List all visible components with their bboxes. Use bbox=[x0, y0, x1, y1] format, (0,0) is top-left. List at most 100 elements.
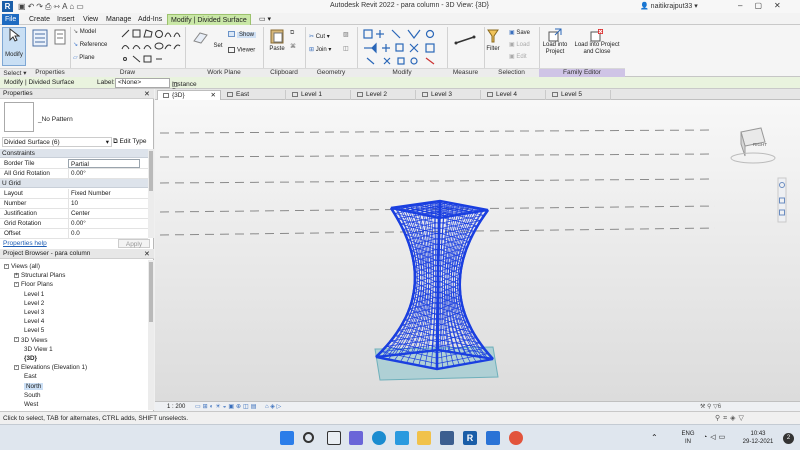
paste-button[interactable]: Paste bbox=[267, 28, 287, 52]
tab-level-5[interactable]: Level 5 bbox=[547, 90, 611, 100]
reference-plane-button[interactable]: ▱ Plane bbox=[73, 54, 95, 61]
tab-level-4[interactable]: Level 4 bbox=[482, 90, 546, 100]
browser-tree-item[interactable]: 3D View 1 bbox=[24, 346, 53, 353]
clock[interactable]: 10:43 29-12-2021 bbox=[738, 430, 778, 446]
load-selection-button[interactable]: ▣ Load bbox=[509, 41, 530, 48]
group-u-grid[interactable]: U Grid bbox=[0, 179, 148, 188]
properties-scrollbar[interactable] bbox=[148, 149, 154, 238]
close-icon[interactable]: ✕ bbox=[774, 1, 793, 10]
edit-type-button[interactable]: ⧉ Edit Type bbox=[113, 137, 146, 147]
search-icon[interactable] bbox=[303, 432, 314, 443]
geometry-tool-2[interactable]: ◫ bbox=[343, 45, 349, 52]
3d-view-canvas[interactable]: RIGHT bbox=[155, 100, 800, 401]
browser-tree-item[interactable]: + Structural Plans bbox=[14, 272, 65, 279]
number-field[interactable]: 10 bbox=[68, 199, 140, 208]
status-tools[interactable]: ⚒ ⚲ ▽6 bbox=[700, 403, 721, 410]
revit-logo[interactable]: R bbox=[2, 1, 13, 12]
browser-tree-item[interactable]: North bbox=[24, 382, 44, 390]
window-controls[interactable]: –▢✕ bbox=[738, 1, 793, 10]
save-selection-button[interactable]: ▣ Save bbox=[509, 29, 530, 36]
show-hidden-icons[interactable]: ⌃ bbox=[651, 433, 658, 442]
collapse-icon[interactable]: - bbox=[4, 263, 9, 269]
ribbon-options-button[interactable]: ▭ ▾ bbox=[256, 14, 274, 25]
browser-tree-item[interactable]: Level 4 bbox=[24, 318, 44, 325]
measure-icon[interactable]: ⇿ bbox=[53, 2, 62, 11]
all-grid-rotation-field[interactable]: 0.00° bbox=[68, 169, 140, 178]
draw-tools-gallery[interactable] bbox=[120, 28, 182, 66]
properties-help-link[interactable]: Properties help bbox=[3, 240, 47, 247]
undo-icon[interactable]: ↶ bbox=[28, 2, 37, 11]
notification-badge[interactable]: 2 bbox=[783, 433, 794, 444]
join-button[interactable]: ⊞ Join ▾ bbox=[309, 46, 331, 53]
tab-create[interactable]: Create bbox=[26, 14, 53, 25]
modify-button[interactable]: Modify bbox=[2, 27, 26, 66]
chrome-icon[interactable] bbox=[509, 431, 523, 445]
browser-tree-item[interactable]: - Elevations (Elevation 1) bbox=[14, 364, 87, 371]
cut-button[interactable]: ✂ Cut ▾ bbox=[309, 33, 330, 40]
system-tray-icons[interactable]: ◔◁▭ bbox=[703, 433, 728, 441]
browser-scrollbar[interactable] bbox=[148, 260, 154, 410]
browser-tree-item[interactable]: Level 2 bbox=[24, 300, 44, 307]
expand-icon[interactable]: + bbox=[14, 273, 19, 279]
view-scale[interactable]: 1 : 200 bbox=[167, 404, 185, 410]
redo-icon[interactable]: ↷ bbox=[36, 2, 45, 11]
tab-add-ins[interactable]: Add-Ins bbox=[135, 14, 165, 25]
browser-tree-item[interactable]: -3D Views bbox=[14, 337, 47, 344]
status-icons[interactable]: ⚲⌗◈▽ bbox=[715, 414, 747, 423]
file-explorer-icon[interactable] bbox=[417, 431, 431, 445]
browser-tree-item[interactable]: Level 1 bbox=[24, 291, 44, 298]
properties-button[interactable] bbox=[30, 29, 50, 61]
show-work-plane-toggle[interactable]: Show bbox=[228, 31, 257, 38]
type-selector-dropdown[interactable]: Divided Surface (6) ▾ bbox=[2, 137, 112, 147]
tab-east[interactable]: East bbox=[222, 90, 286, 100]
browser-tree-item[interactable]: Level 3 bbox=[24, 309, 44, 316]
copy-button[interactable]: ⧉ bbox=[290, 30, 294, 37]
minimize-icon[interactable]: – bbox=[738, 1, 754, 10]
tab-file[interactable]: File bbox=[2, 14, 20, 25]
set-label[interactable]: Set bbox=[208, 43, 228, 49]
teams-chat-icon[interactable] bbox=[349, 431, 363, 445]
filter-button[interactable]: Filter bbox=[485, 29, 501, 52]
border-tile-field[interactable]: Partial bbox=[68, 159, 140, 168]
label-dropdown[interactable]: <None> bbox=[115, 78, 170, 88]
reference-line-button[interactable]: ↘ Reference bbox=[73, 41, 107, 48]
maximize-icon[interactable]: ▢ bbox=[754, 1, 774, 10]
settings-icon[interactable] bbox=[395, 431, 409, 445]
match-type-button[interactable]: ⌘ bbox=[290, 43, 296, 50]
collapse-icon[interactable]: - bbox=[14, 282, 19, 288]
browser-tree-item[interactable]: - Floor Plans bbox=[14, 281, 53, 288]
switch-windows-icon[interactable]: ▭ bbox=[76, 2, 86, 11]
type-properties-button[interactable] bbox=[52, 29, 68, 45]
revit-taskbar-icon[interactable]: R bbox=[463, 431, 477, 445]
browser-tree-item[interactable]: East bbox=[24, 373, 37, 380]
edge-browser-icon[interactable] bbox=[372, 431, 386, 445]
word-icon[interactable] bbox=[486, 431, 500, 445]
task-view-icon[interactable] bbox=[327, 431, 341, 445]
user-account[interactable]: 👤 naitikrajput33 ▾ bbox=[640, 2, 698, 10]
model-line-button[interactable]: ↘ Model bbox=[73, 28, 96, 35]
view-options-icons[interactable]: ⌂ ◈ ▷ bbox=[265, 403, 281, 410]
tab-modify-divided-surface[interactable]: Modify | Divided Surface bbox=[167, 14, 251, 25]
browser-tree-item[interactable]: Level 5 bbox=[24, 327, 44, 334]
load-into-project-and-close-button[interactable]: Load into Project and Close bbox=[571, 28, 623, 56]
work-plane-viewer-button[interactable]: Viewer bbox=[228, 47, 255, 54]
browser-tree-item[interactable]: West bbox=[24, 401, 38, 408]
apply-button[interactable]: Apply bbox=[118, 239, 150, 248]
group-constraints[interactable]: Constraints bbox=[0, 149, 148, 158]
tab-insert[interactable]: Insert bbox=[54, 14, 78, 25]
quick-access-toolbar[interactable]: ▣↶↷⎙⇿A⌂▭ bbox=[18, 2, 86, 12]
browser-tree-item[interactable]: {3D} bbox=[24, 355, 37, 362]
browser-tree-item[interactable]: South bbox=[24, 392, 40, 399]
tab-3d-view[interactable]: {3D} ✕ bbox=[157, 90, 221, 100]
language-indicator[interactable]: ENG IN bbox=[676, 430, 700, 446]
view-control-icons[interactable]: ▭⊞◐☀◒▣⊕◫▤ bbox=[195, 403, 258, 410]
layout-field[interactable]: Fixed Number bbox=[68, 189, 140, 198]
edit-selection-button[interactable]: ▣ Edit bbox=[509, 53, 527, 60]
collapse-icon[interactable]: - bbox=[14, 337, 19, 343]
geometry-tool-1[interactable]: ▨ bbox=[343, 31, 349, 38]
justification-field[interactable]: Center bbox=[68, 209, 140, 218]
offset-field[interactable]: 0.0 bbox=[68, 229, 140, 238]
close-icon[interactable]: ✕ bbox=[144, 250, 150, 258]
grid-rotation-field[interactable]: 0.00° bbox=[68, 219, 140, 228]
windows-start-icon[interactable] bbox=[280, 431, 294, 445]
